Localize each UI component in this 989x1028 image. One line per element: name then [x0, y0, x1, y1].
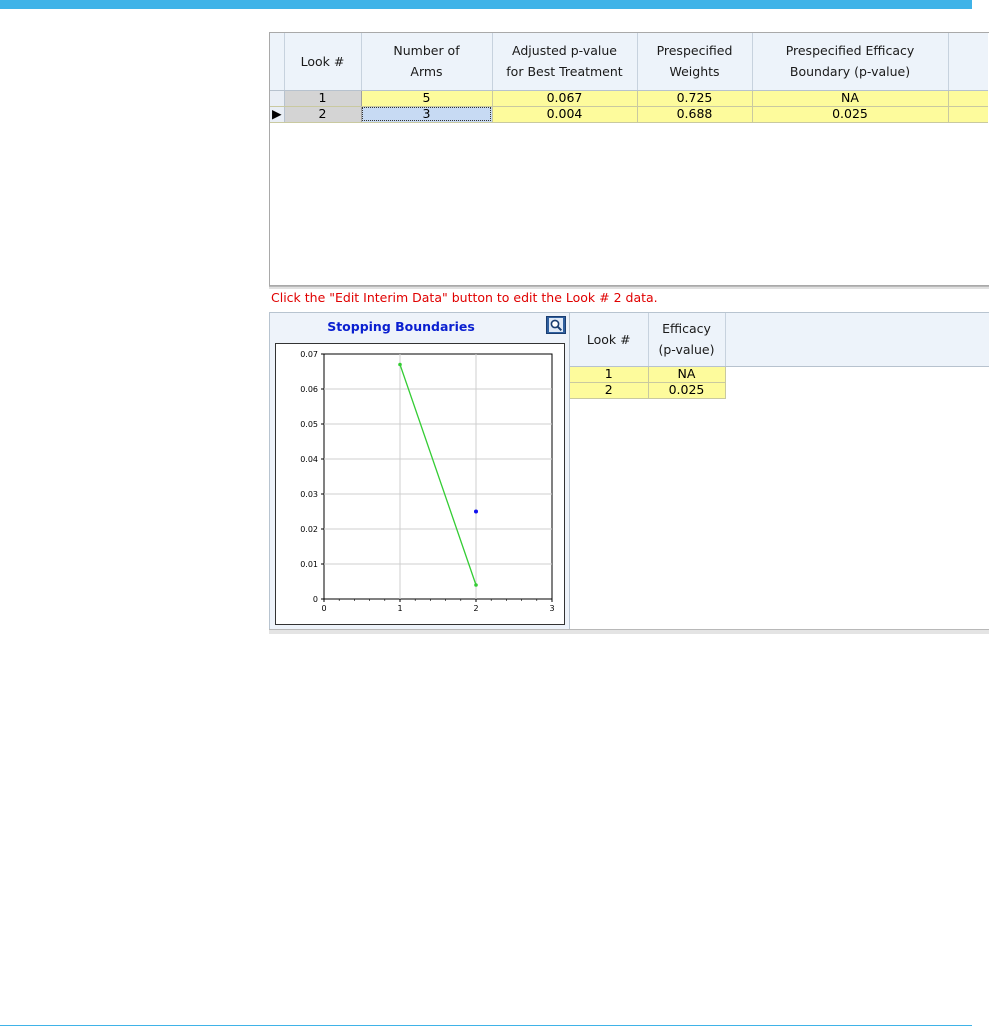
col-header-arms[interactable]: Number of Arms: [361, 33, 493, 91]
header-fill: [725, 313, 989, 367]
y-tick-label: 0.01: [300, 560, 318, 569]
col-header-weights[interactable]: Prespecified Weights: [637, 33, 753, 91]
chart-title: Stopping Boundaries: [327, 319, 475, 334]
table-row[interactable]: 2 0.025: [570, 382, 726, 399]
cell-look[interactable]: 2: [284, 106, 362, 123]
cell-efficacy[interactable]: NA: [648, 366, 726, 383]
table-row[interactable]: ▶ 2 3 0.004 0.688 0.025: [270, 106, 988, 123]
cell-adjusted-p[interactable]: 0.004: [492, 106, 638, 123]
x-tick-label: 3: [549, 604, 554, 613]
interim-data-grid: Look # Number of Arms Adjusted p-value for…: [269, 32, 989, 286]
magnifier-icon: [549, 318, 563, 332]
cell-weights[interactable]: 0.725: [637, 90, 753, 107]
cell-boundary[interactable]: 0.025: [752, 106, 949, 123]
y-tick-label: 0.03: [300, 490, 318, 499]
col-header-efficacy-boundary[interactable]: Prespecified Efficacy Boundary (p-value): [752, 33, 949, 91]
bottom-separator: [269, 629, 989, 634]
col-header-look[interactable]: Look #: [570, 313, 649, 367]
cell-look[interactable]: 1: [570, 366, 649, 383]
y-tick-label: 0.04: [300, 455, 318, 464]
x-tick-label: 0: [321, 604, 326, 613]
series-point: [398, 362, 402, 367]
x-tick-label: 1: [397, 604, 402, 613]
row-header-corner: [270, 33, 285, 91]
y-tick-label: 0.02: [300, 525, 318, 534]
y-tick-label: 0.05: [300, 420, 318, 429]
cell-efficacy[interactable]: 0.025: [648, 382, 726, 399]
row-header[interactable]: [270, 90, 285, 107]
plot-frame: 0 0.01 0.02 0.03 0.04 0.05 0.06 0.07 0 1 2 3: [275, 343, 565, 625]
cell-look[interactable]: 1: [284, 90, 362, 107]
bottom-accent-line: [0, 1025, 972, 1026]
series-point: [474, 583, 478, 587]
stopping-boundaries-chart: 0 0.01 0.02 0.03 0.04 0.05 0.06 0.07 0 1 2 3: [300, 350, 554, 613]
table-row[interactable]: 1 NA: [570, 366, 726, 383]
series-point: [474, 509, 478, 514]
status-message: Click the "Edit Interim Data" button to …: [271, 290, 658, 305]
cell-filler: [948, 90, 988, 107]
cell-arms[interactable]: 5: [361, 90, 493, 107]
col-header-efficacy[interactable]: Efficacy (p-value): [648, 313, 726, 367]
table-row[interactable]: 1 5 0.067 0.725 NA: [270, 90, 988, 107]
y-tick-label: 0: [313, 595, 318, 604]
y-tick-label: 0.07: [300, 350, 318, 359]
stopping-boundaries-panel: Stopping Boundaries 0 0.01 0.02 0.03 0.04 0.0…: [269, 312, 570, 630]
cell-weights[interactable]: 0.688: [637, 106, 753, 123]
current-row-marker[interactable]: ▶: [270, 106, 285, 123]
efficacy-table: Look # Efficacy (p-value) 1 NA 2 0.025: [570, 312, 989, 630]
cell-boundary[interactable]: NA: [752, 90, 949, 107]
y-tick-label: 0.06: [300, 385, 318, 394]
grid-separator: [269, 286, 989, 289]
top-accent-bar: [0, 0, 972, 9]
cell-arms-selected[interactable]: 3: [361, 106, 493, 123]
x-tick-label: 2: [473, 604, 478, 613]
col-header-adjusted-p[interactable]: Adjusted p-value for Best Treatment: [492, 33, 638, 91]
col-header-look[interactable]: Look #: [284, 33, 362, 91]
zoom-button[interactable]: [546, 316, 566, 334]
cell-look[interactable]: 2: [570, 382, 649, 399]
cell-adjusted-p[interactable]: 0.067: [492, 90, 638, 107]
col-header-filler: [948, 33, 988, 91]
cell-filler: [948, 106, 988, 123]
